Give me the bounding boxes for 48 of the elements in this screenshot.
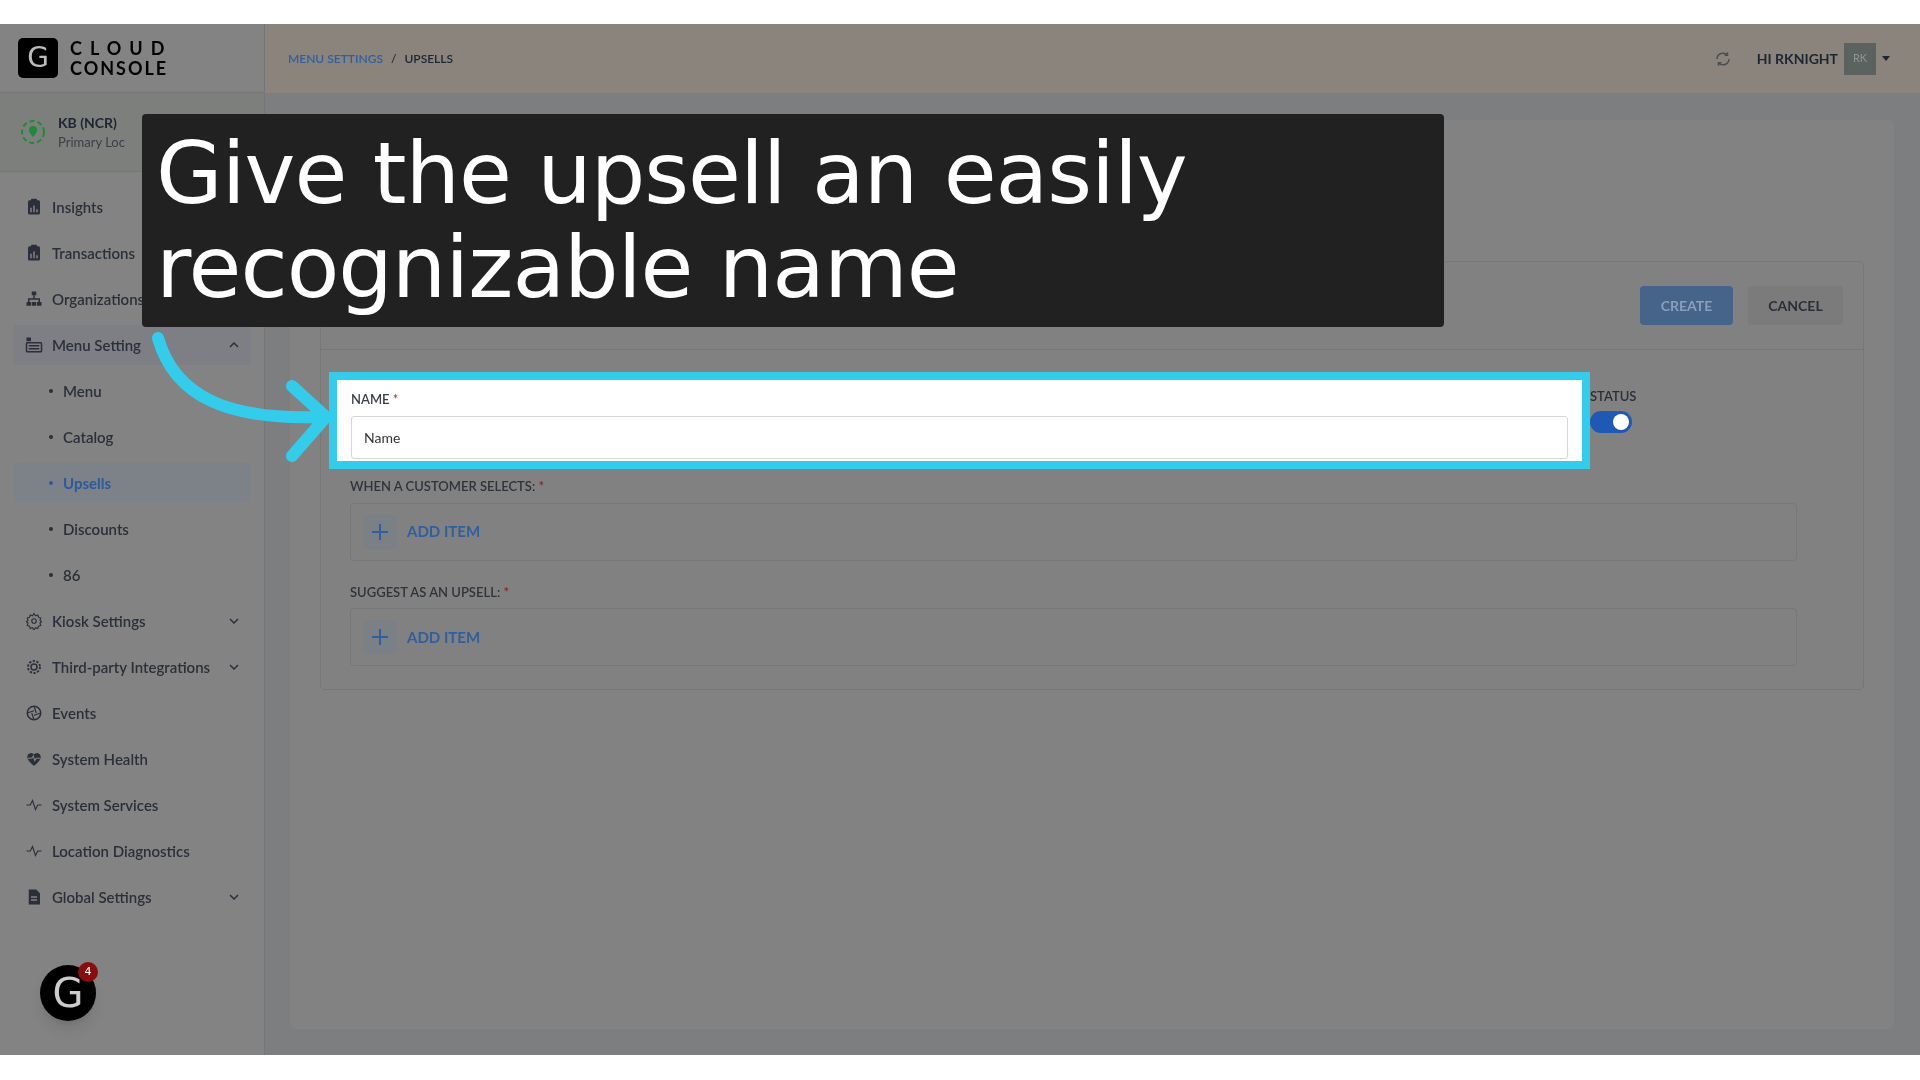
clipboard-chart-icon (25, 198, 43, 216)
user-greeting: HI RKNIGHT (1756, 49, 1838, 69)
breadcrumb-separator: / (390, 49, 397, 68)
hierarchy-icon (25, 290, 43, 308)
sidebar-subitem[interactable]: Catalog (13, 417, 251, 457)
sidebar-item[interactable]: Third-party Integrations (13, 647, 251, 687)
plus-icon (371, 522, 389, 541)
location-pin-icon (20, 119, 46, 145)
chevron-down-icon (229, 664, 239, 670)
sidebar-item[interactable]: Global Settings (13, 877, 251, 917)
cog-icon (25, 658, 43, 676)
location-name: KB (NCR) (58, 112, 118, 133)
menu-card-icon (25, 336, 43, 354)
sidebar-item[interactable]: Kiosk Settings (13, 601, 251, 641)
aperture-icon (25, 704, 43, 722)
create-button[interactable]: CREATE (1640, 286, 1733, 325)
sidebar-subitem[interactable]: 86 (13, 555, 251, 595)
status-label: STATUS (1590, 387, 1637, 406)
section-label: SUGGEST AS AN UPSELL: * (350, 582, 510, 602)
section-label: WHEN A CUSTOMER SELECTS: * (350, 477, 545, 496)
plus-icon (371, 628, 389, 646)
settings-icon (25, 612, 43, 630)
sidebar-item[interactable]: Menu Setting (13, 325, 251, 365)
name-input[interactable]: Name (351, 415, 1568, 459)
cancel-button[interactable]: CANCEL (1748, 286, 1843, 325)
field-label: NAME * (351, 390, 400, 409)
chevron-down-icon (229, 894, 239, 900)
refresh-icon[interactable] (1713, 49, 1732, 68)
sidebar-item[interactable]: Location Diagnostics (13, 831, 251, 871)
breadcrumb-current: UPSELLS (404, 49, 454, 68)
chevron-down-icon (229, 618, 239, 624)
status-toggle[interactable] (1590, 410, 1632, 433)
pulse-icon (25, 796, 43, 814)
logo-icon: G (18, 38, 58, 78)
sidebar-item[interactable]: System Services (13, 785, 251, 825)
sidebar-item[interactable]: System Health (13, 739, 251, 779)
sidebar-subitem[interactable]: Menu (13, 371, 251, 411)
caption-tooltip: Give the upsell an easily recognizable name (142, 114, 1444, 327)
brand-name: CLOUD (70, 38, 173, 58)
location-subtitle: Primary Loc (58, 132, 125, 152)
chevron-up-icon (229, 342, 239, 348)
pulse-icon (25, 842, 43, 860)
sidebar-subitem[interactable]: Discounts (13, 509, 251, 549)
heart-pulse-icon (25, 750, 43, 768)
caret-icon[interactable] (1882, 56, 1890, 61)
clipboard-chart-icon (25, 244, 43, 262)
brand-name: CONSOLE (70, 58, 170, 78)
sidebar-item[interactable]: Events (13, 693, 251, 733)
